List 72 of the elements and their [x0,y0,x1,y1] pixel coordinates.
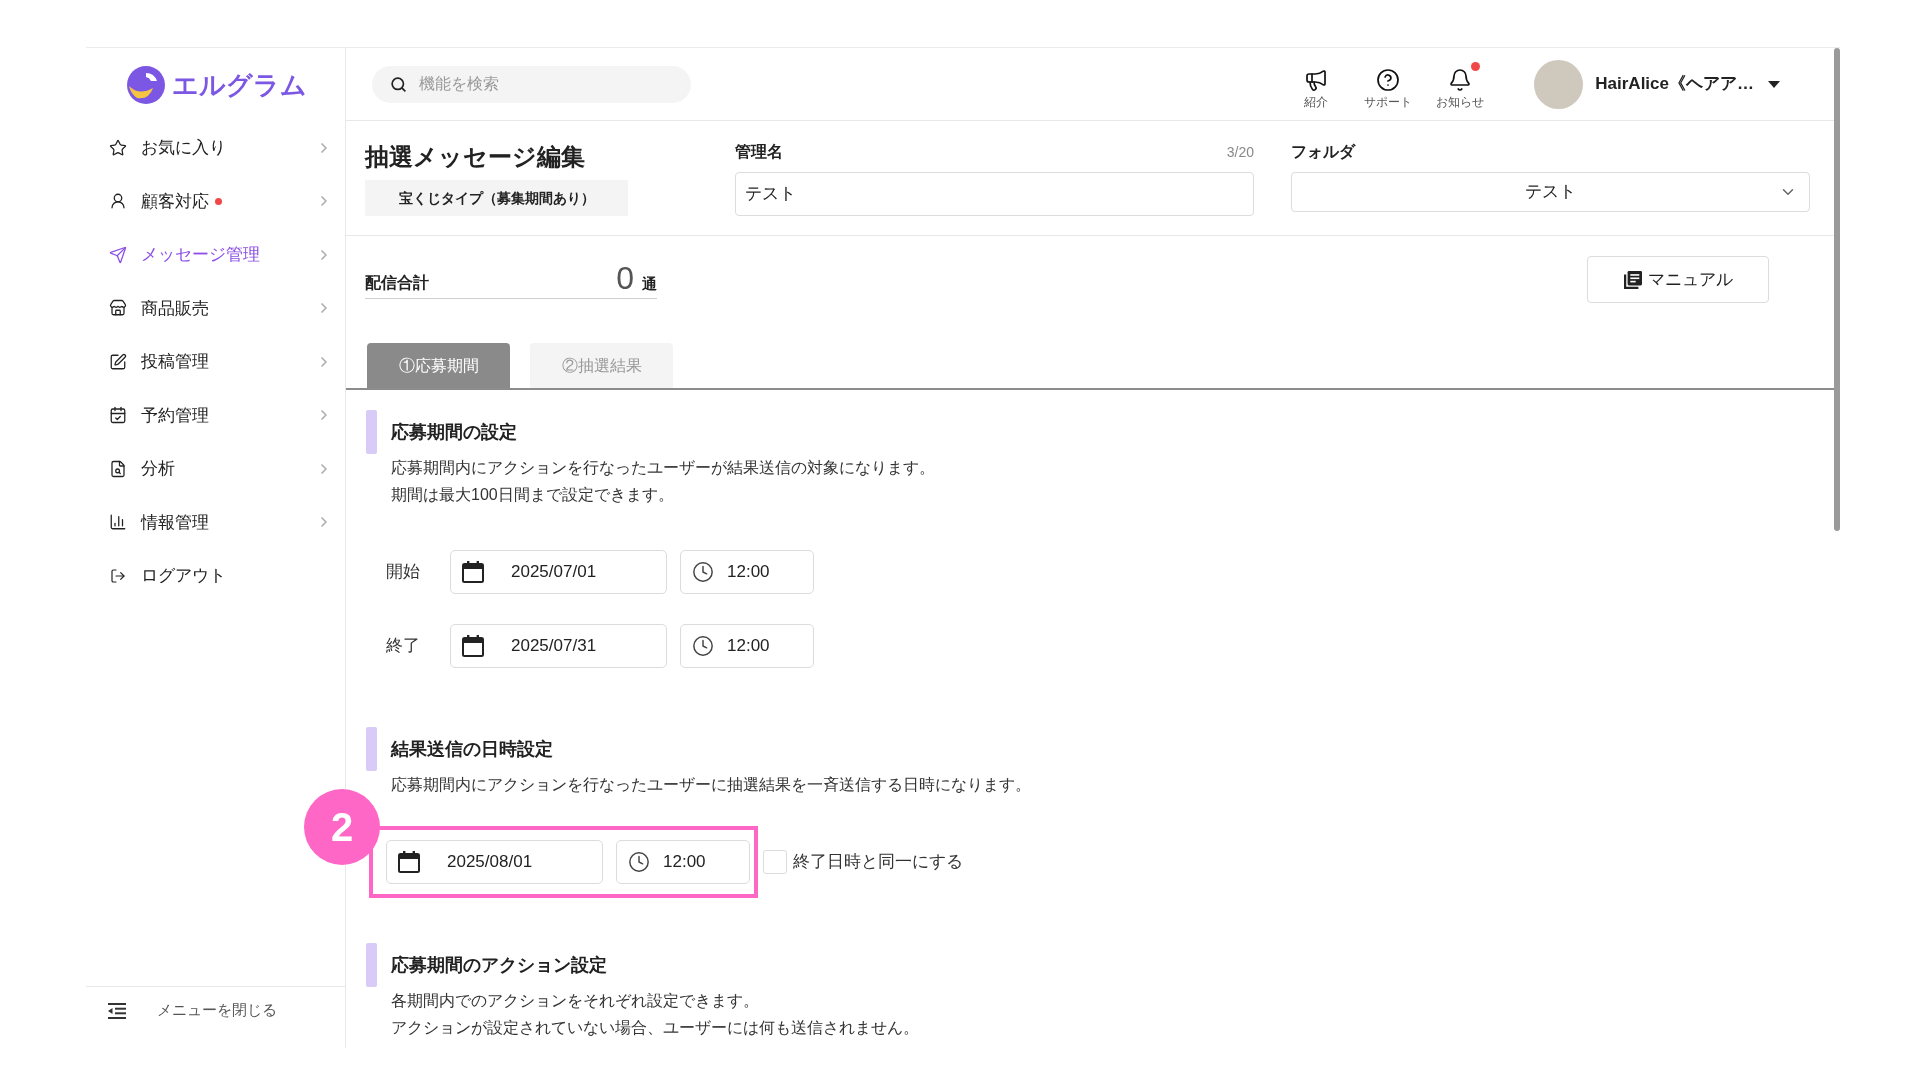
sidebar-item[interactable]: 投稿管理 [86,335,345,389]
logo-text: エルグラム [172,71,307,98]
bell-icon [1448,67,1473,92]
calendar-icon [462,635,484,657]
total-unit: 通 [642,273,657,294]
scrollbar-thumb[interactable] [1834,48,1840,531]
field-label: フォルダ [1291,142,1355,162]
name-input[interactable]: テスト [735,172,1254,216]
section-description: 期間は最大100日間まで設定できます。 [391,485,674,505]
book-stack-icon [1623,270,1642,289]
sidebar-item[interactable]: 商品販売 [86,281,345,335]
date-input[interactable]: 2025/07/01 [450,550,667,594]
time-input[interactable]: 12:00 [680,550,814,594]
calendar-icon [462,561,484,583]
clock-icon [692,635,714,657]
section-description: 各期間内でのアクションをそれぞれ設定できます。 [391,991,759,1011]
page-title: 抽選メッセージ編集 [365,142,585,172]
type-tag: 宝くじタイプ（募集期間あり） [365,180,628,216]
header-action-button[interactable]: お知らせ [1424,59,1497,109]
bar-chart-icon [109,513,127,532]
close-menu-button[interactable]: メニューを閉じる [86,986,345,1034]
folder-select[interactable]: テスト [1291,172,1810,212]
total-value: 0 [616,260,634,296]
header-action-button[interactable]: 紹介 [1280,59,1353,109]
sidebar-item[interactable]: 顧客対応 [86,174,345,228]
caret-down-icon [1768,80,1780,88]
section-description: 応募期間内にアクションを行なったユーザーが結果送信の対象になります。 [391,458,935,478]
send-icon [109,245,127,264]
logo-icon [127,65,165,104]
clock-icon [628,851,650,873]
edit-icon [109,352,127,371]
row-label: 開始 [386,562,420,582]
section-heading: 応募期間の設定 [391,420,517,444]
time-input[interactable]: 12:00 [616,840,750,884]
search-icon [390,75,407,93]
manual-button[interactable]: マニュアル [1587,256,1769,303]
header-action-button[interactable]: サポート [1352,59,1425,109]
section-heading: 結果送信の日時設定 [391,737,553,761]
menu-collapse-icon [108,1002,126,1019]
megaphone-icon [1304,67,1329,92]
section-accent-bar [366,727,377,771]
section-description: アクションが設定されていない場合、ユーザーには何も送信されません。 [391,1018,919,1038]
document-search-icon [109,459,127,478]
step-number-marker: 2 [304,789,380,865]
date-input[interactable]: 2025/08/01 [386,840,603,884]
sidebar-item[interactable]: 予約管理 [86,388,345,442]
sidebar-item[interactable]: 分析 [86,442,345,496]
row-label: 終了 [386,636,420,656]
checkbox-label: 終了日時と同一にする [793,851,963,874]
section-accent-bar [366,943,377,987]
sidebar-item[interactable]: メッセージ管理 [86,228,345,282]
calendar-check-icon [109,406,127,425]
section-heading: 応募期間のアクション設定 [391,953,607,977]
sidebar-item[interactable]: お気に入り [86,121,345,175]
section-accent-bar [366,410,377,454]
calendar-icon [398,851,420,873]
date-input[interactable]: 2025/07/31 [450,624,667,668]
character-counter: 3/20 [1226,142,1254,162]
store-icon [109,299,127,318]
account-menu[interactable]: HairAlice《ヘアア… [1534,59,1780,109]
clock-icon [692,561,714,583]
logout-icon [110,567,126,584]
total-label: 配信合計 [365,273,429,293]
checkbox[interactable] [763,850,787,874]
section-description: 応募期間内にアクションを行なったユーザーに抽選結果を一斉送信する日時になります。 [391,775,1031,795]
sidebar-item[interactable]: ログアウト [86,549,345,603]
person-icon [109,192,127,211]
star-icon [109,138,127,157]
sidebar-item[interactable]: 情報管理 [86,495,345,549]
help-icon [1376,67,1401,92]
time-input[interactable]: 12:00 [680,624,814,668]
field-label: 管理名 [735,142,783,162]
